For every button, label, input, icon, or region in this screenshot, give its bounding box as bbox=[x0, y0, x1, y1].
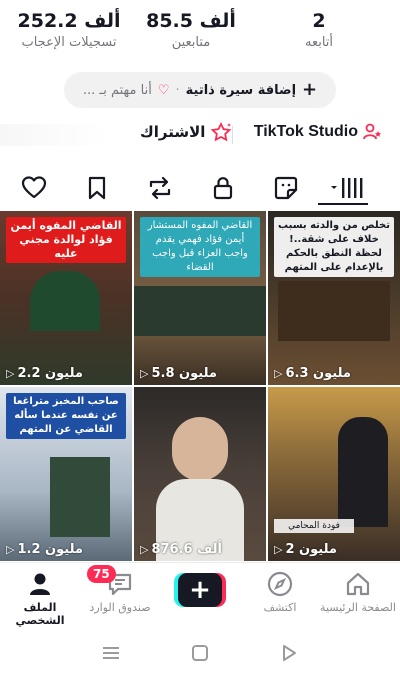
video-thumbnail[interactable]: القاضي المفوه المستشار أيمن فؤاد فهمي يق… bbox=[134, 211, 266, 385]
view-count: ▷ 2 مليون bbox=[274, 542, 337, 557]
bookmark-icon bbox=[88, 176, 106, 200]
bio-pill: + إضافة سيرة ذاتية · ♡ أنا مهتم بـ ... bbox=[64, 72, 336, 108]
discover-label: اكتشف bbox=[263, 601, 297, 614]
video-thumbnail[interactable]: تخلص من والدته بسبب خلاف على شقة..! لحظة… bbox=[268, 211, 400, 385]
content-tabs bbox=[0, 170, 400, 206]
tab-liked[interactable] bbox=[20, 174, 48, 202]
video-caption: القاضي المفوه أيمن فؤاد لوالدة مجني عليه bbox=[6, 217, 126, 263]
likes-stat[interactable]: 252.2 ألف تسجيلات الإعجاب bbox=[14, 8, 124, 52]
active-tab-indicator bbox=[318, 203, 368, 205]
judges-bench-shape bbox=[134, 286, 266, 336]
tab-stickers[interactable] bbox=[272, 174, 300, 202]
create-button[interactable]: + bbox=[174, 573, 226, 607]
system-navigation-bar bbox=[0, 630, 400, 677]
subscription-label: الاشتراك bbox=[140, 123, 206, 141]
following-count: 2 bbox=[312, 10, 326, 32]
tiktok-studio-link[interactable]: TikTok Studio bbox=[254, 122, 382, 142]
menu-lines-icon bbox=[103, 647, 119, 659]
view-count: ▷ 2.2 مليون bbox=[6, 366, 83, 381]
view-count-text: 5.8 مليون bbox=[151, 366, 217, 381]
sparkle-star-icon bbox=[211, 122, 232, 142]
recent-apps-button[interactable] bbox=[98, 640, 124, 666]
inbox-badge: 75 bbox=[87, 565, 116, 583]
triangle-back-icon bbox=[283, 645, 296, 661]
view-count: ▷ 6.3 مليون bbox=[274, 366, 351, 381]
view-count-text: 2 مليون bbox=[285, 542, 337, 557]
inbox-label: صندوق الوارد bbox=[89, 601, 151, 614]
grid-icon bbox=[331, 178, 363, 198]
play-icon: ▷ bbox=[274, 543, 283, 556]
home-icon bbox=[346, 572, 370, 596]
heart-outline-icon: ♡ bbox=[157, 82, 170, 98]
lawyer-shape bbox=[338, 417, 388, 527]
tab-discover[interactable]: اكتشف bbox=[240, 569, 320, 614]
view-count: ▷ 876.6 ألف bbox=[140, 542, 222, 557]
play-icon: ▷ bbox=[6, 367, 15, 380]
courtroom-shape bbox=[278, 281, 390, 341]
video-caption: تخلص من والدته بسبب خلاف على شقة..! لحظة… bbox=[274, 217, 394, 277]
compass-icon bbox=[267, 571, 293, 597]
tab-reposts[interactable] bbox=[146, 174, 174, 202]
interests-button[interactable]: أنا مهتم بـ ... bbox=[83, 83, 152, 98]
back-system-button[interactable] bbox=[276, 640, 302, 666]
profile-links-row: TikTok Studio الاشتراك bbox=[0, 122, 400, 148]
following-stat[interactable]: 2 أتابعه bbox=[264, 8, 374, 52]
judge-robe-shape bbox=[30, 271, 100, 331]
profile-label: الملف الشخصي bbox=[15, 601, 65, 627]
view-count-text: 1.2 مليون bbox=[17, 542, 83, 557]
tab-videos[interactable] bbox=[328, 174, 364, 202]
video-caption: القاضي المفوه المستشار أيمن فؤاد فهمي يق… bbox=[140, 217, 260, 277]
video-grid: تخلص من والدته بسبب خلاف على شقة..! لحظة… bbox=[0, 211, 400, 561]
person-star-icon bbox=[363, 123, 381, 140]
scroll-fade bbox=[0, 124, 110, 146]
video-thumbnail[interactable]: القاضي المفوه أيمن فؤاد لوالدة مجني عليه… bbox=[0, 211, 132, 385]
tab-profile[interactable]: الملف الشخصي bbox=[0, 569, 80, 627]
play-icon: ▷ bbox=[140, 367, 149, 380]
tiktok-studio-label: TikTok Studio bbox=[253, 123, 358, 140]
repost-icon bbox=[149, 176, 171, 200]
face-shape bbox=[172, 417, 228, 481]
profile-icon bbox=[30, 573, 50, 595]
view-count-text: 6.3 مليون bbox=[285, 366, 351, 381]
followers-stat[interactable]: 85.5 ألف متابعين bbox=[136, 8, 246, 52]
separator-dot: · bbox=[175, 82, 180, 98]
video-thumbnail[interactable]: فودة المحامي ▷ 2 مليون bbox=[268, 387, 400, 561]
bottom-tab-bar: الصفحة الرئيسية اكتشف + صندوق الوارد الم… bbox=[0, 562, 400, 628]
video-caption: صاحب المخبز متراغعا عن نفسه عندما سأله ا… bbox=[6, 393, 126, 439]
tab-favorites[interactable] bbox=[83, 174, 111, 202]
tab-private[interactable] bbox=[209, 174, 237, 202]
play-icon: ▷ bbox=[140, 543, 149, 556]
subscription-link[interactable]: الاشتراك bbox=[140, 122, 232, 142]
add-bio-button[interactable]: إضافة سيرة ذاتية bbox=[186, 83, 296, 98]
home-system-button[interactable] bbox=[187, 640, 213, 666]
view-count: ▷ 5.8 مليون bbox=[140, 366, 217, 381]
defendant-shape bbox=[50, 457, 110, 537]
likes-count: 252.2 ألف bbox=[17, 10, 121, 32]
play-icon: ▷ bbox=[274, 367, 283, 380]
likes-label: تسجيلات الإعجاب bbox=[21, 35, 117, 50]
following-label: أتابعه bbox=[304, 35, 334, 50]
plus-icon: + bbox=[178, 573, 222, 607]
video-caption: فودة المحامي bbox=[274, 519, 354, 533]
play-icon: ▷ bbox=[6, 543, 15, 556]
followers-label: متابعين bbox=[171, 35, 211, 50]
square-icon bbox=[192, 645, 208, 661]
plus-icon: + bbox=[302, 79, 318, 100]
face-sticker-icon bbox=[274, 176, 298, 200]
followers-count: 85.5 ألف bbox=[146, 10, 236, 32]
video-thumbnail[interactable]: صاحب المخبز متراغعا عن نفسه عندما سأله ا… bbox=[0, 387, 132, 561]
lock-icon bbox=[213, 177, 233, 200]
view-count-text: 2.2 مليون bbox=[17, 366, 83, 381]
video-thumbnail[interactable]: ▷ 876.6 ألف bbox=[134, 387, 266, 561]
view-count-text: 876.6 ألف bbox=[151, 542, 222, 557]
tab-home[interactable]: الصفحة الرئيسية bbox=[318, 569, 398, 614]
home-label: الصفحة الرئيسية bbox=[320, 601, 396, 614]
heart-icon bbox=[21, 176, 47, 199]
view-count: ▷ 1.2 مليون bbox=[6, 542, 83, 557]
profile-stats: 2 أتابعه 85.5 ألف متابعين 252.2 ألف تسجي… bbox=[0, 8, 400, 60]
